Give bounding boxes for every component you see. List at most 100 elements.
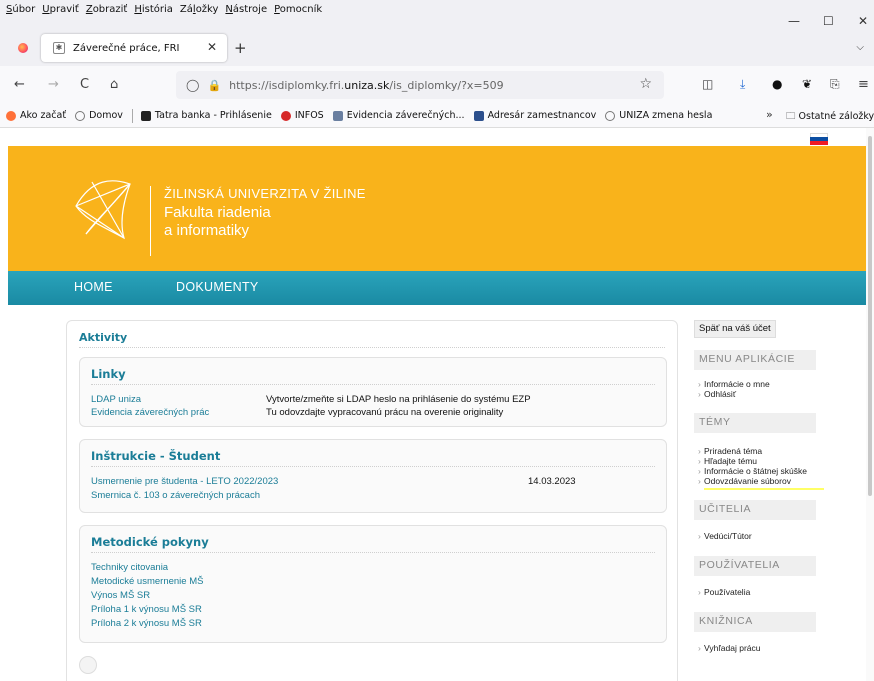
firefox-icon[interactable]	[18, 43, 28, 53]
sidebar-item-search-work[interactable]: Vyhľadaj prácu	[698, 643, 760, 653]
menu-history[interactable]: História	[134, 4, 173, 15]
sidebar-heading-temy: TÉMY	[694, 413, 816, 433]
scrollbar-thumb[interactable]	[868, 136, 872, 496]
forward-button[interactable]: →	[48, 77, 59, 92]
link-priloha-2[interactable]: Príloha 2 k výnosu MŠ SR	[91, 618, 202, 629]
evidencia-icon	[332, 110, 343, 121]
sidebar-item-file-submission[interactable]: Odovzdávanie súborov	[698, 476, 791, 486]
extension-icon[interactable]: ❦	[802, 77, 812, 91]
instructions-section: Inštrukcie - Študent Usmernenie pre štud…	[79, 439, 667, 513]
menu-icon[interactable]: ≡	[858, 77, 869, 92]
menu-view[interactable]: Zobraziť	[86, 4, 128, 15]
link-usmernenie[interactable]: Usmernenie pre študenta - LETO 2022/2023	[91, 476, 278, 487]
close-window-button[interactable]: ✕	[858, 14, 868, 28]
link-metodicke-usmernenie[interactable]: Metodické usmernenie MŠ	[91, 576, 203, 587]
activities-panel: Aktivity Linky LDAP uniza Vytvorte/zmeňt…	[66, 320, 678, 681]
tracking-shield-icon[interactable]: ◯	[186, 78, 199, 92]
bookmark-ako-zacat[interactable]: Ako začať	[6, 110, 66, 121]
adresar-icon	[473, 110, 484, 121]
folder-icon: 🗀	[786, 111, 799, 122]
back-button[interactable]: ←	[14, 77, 25, 92]
link-priloha-1[interactable]: Príloha 1 k výnosu MŠ SR	[91, 604, 202, 615]
highlight-underline	[704, 488, 824, 490]
round-button[interactable]	[79, 656, 97, 674]
university-logo-icon	[75, 180, 131, 240]
links-title: Linky	[91, 367, 126, 381]
link-techniky-citovania[interactable]: Techniky citovania	[91, 562, 168, 573]
maximize-button[interactable]: ☐	[823, 14, 834, 28]
instructions-title: Inštrukcie - Študent	[91, 449, 221, 463]
bookmark-tatra-banka[interactable]: Tatra banka - Prihlásenie	[140, 110, 272, 121]
link-ldap-uniza[interactable]: LDAP uniza	[91, 394, 141, 405]
faculty-name-line2: a informatiky	[164, 222, 250, 239]
download-icon[interactable]: ⤓	[740, 77, 745, 92]
page-favicon-icon: ✱	[53, 42, 65, 54]
university-name: ŽILINSKÁ UNIVERZITA V ŽILINE	[164, 186, 366, 201]
infos-icon	[280, 110, 291, 121]
menu-bookmarks[interactable]: Záložky	[180, 4, 219, 15]
bookmark-uniza-heslo[interactable]: UNIZA zmena hesla	[605, 110, 712, 121]
sidebar-item-info[interactable]: Informácie o mne	[698, 379, 770, 389]
page-scrollbar[interactable]	[866, 128, 874, 681]
tatra-banka-icon	[140, 110, 151, 121]
new-tab-button[interactable]: +	[234, 39, 247, 57]
link-description: Vytvorte/zmeňte si LDAP heslo na prihlás…	[266, 394, 531, 405]
minimize-button[interactable]: —	[788, 14, 800, 28]
sidebar-item-state-exam[interactable]: Informácie o štátnej skúške	[698, 466, 807, 476]
sidebar-heading-menu: MENU APLIKÁCIE	[694, 350, 816, 370]
sidebar-item-users[interactable]: Používatelia	[698, 587, 750, 597]
sidebar-item-logout[interactable]: Odhlásiť	[698, 389, 736, 399]
bookmarks-overflow-icon[interactable]: »	[766, 108, 773, 121]
bookmark-domov[interactable]: Domov	[75, 110, 123, 121]
link-vynos[interactable]: Výnos MŠ SR	[91, 590, 150, 601]
pocket-icon[interactable]: ◫	[702, 77, 713, 91]
reload-button[interactable]: C	[80, 77, 89, 92]
globe-icon	[605, 110, 616, 121]
bookmark-infos[interactable]: INFOS	[280, 110, 324, 121]
bookmark-star-icon[interactable]: ☆	[639, 76, 652, 92]
link-description: Tu odovzdajte vypracovanú prácu na overe…	[266, 407, 504, 418]
menu-edit[interactable]: Upraviť	[42, 4, 79, 15]
firefox-icon	[6, 110, 16, 121]
url-bar[interactable]: ◯ 🔒 https://isdiplomky.fri.uniza.sk/is_d…	[176, 71, 664, 99]
sidebar-item-assigned-topic[interactable]: Priradená téma	[698, 446, 762, 456]
url-text[interactable]: https://isdiplomky.fri.uniza.sk/is_diplo…	[229, 79, 504, 92]
methodic-title: Metodické pokyny	[91, 535, 209, 549]
navigation-bar: ← → C ⌂ ◯ 🔒 https://isdiplomky.fri.uniza…	[0, 66, 874, 104]
lock-icon[interactable]: 🔒	[207, 79, 221, 92]
other-bookmarks-folder[interactable]: 🗀 Ostatné záložky	[786, 109, 874, 125]
tab-title: Záverečné práce, FRI	[73, 42, 180, 54]
nav-dokumenty[interactable]: DOKUMENTY	[176, 280, 259, 294]
methodic-section: Metodické pokyny Techniky citovania Meto…	[79, 525, 667, 643]
sidebar-item-supervisor[interactable]: Vedúci/Tútor	[698, 531, 752, 541]
tab-list-chevron-icon[interactable]: ⌵	[856, 42, 864, 53]
bookmark-separator	[131, 108, 133, 123]
menu-file[interactable]: Súbor	[6, 4, 35, 15]
sidebar-item-search-topic[interactable]: Hľadajte tému	[698, 456, 757, 466]
divider	[91, 466, 655, 467]
shield-icon[interactable]: ●	[772, 77, 782, 91]
tab-bar: ✱ Záverečné práce, FRI ✕ + ⌵	[0, 30, 874, 66]
tab-close-icon[interactable]: ✕	[207, 40, 217, 54]
main-navigation: HOME DOKUMENTY	[8, 271, 866, 305]
menu-help[interactable]: Pomocník	[274, 4, 322, 15]
share-icon[interactable]: ⎘	[830, 77, 840, 92]
tab-active[interactable]: ✱ Záverečné práce, FRI ✕	[41, 34, 227, 62]
site-header-banner: ŽILINSKÁ UNIVERZITA V ŽILINE Fakulta ria…	[8, 146, 866, 271]
menu-tools[interactable]: Nástroje	[225, 4, 267, 15]
link-smernica[interactable]: Smernica č. 103 o záverečných prácach	[91, 490, 260, 501]
bookmarks-toolbar: Ako začať Domov Tatra banka - Prihláseni…	[0, 104, 874, 128]
activities-title: Aktivity	[79, 331, 128, 344]
back-to-account-button[interactable]: Späť na váš účet	[694, 320, 776, 338]
bookmark-evidencia[interactable]: Evidencia záverečných...	[332, 110, 465, 121]
links-section: Linky LDAP uniza Vytvorte/zmeňte si LDAP…	[79, 357, 667, 427]
header-divider	[150, 186, 151, 256]
home-button[interactable]: ⌂	[110, 77, 118, 92]
link-evidencia[interactable]: Evidencia záverečných prác	[91, 407, 209, 418]
globe-icon	[75, 110, 86, 121]
bookmark-adresar[interactable]: Adresár zamestnancov	[473, 110, 596, 121]
slovak-flag-icon[interactable]	[810, 133, 828, 145]
divider	[91, 384, 655, 385]
nav-home[interactable]: HOME	[74, 280, 113, 294]
faculty-name: Fakulta riadenia	[164, 204, 271, 221]
